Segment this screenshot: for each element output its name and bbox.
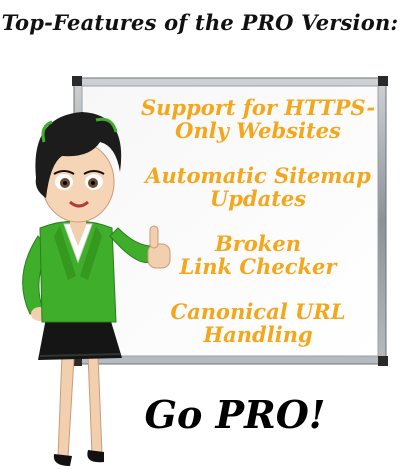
page-title: Top-Features of the PRO Version: <box>1 10 399 35</box>
go-pro-button[interactable]: Go PRO! <box>125 392 345 437</box>
feature-line: Broken <box>214 231 301 256</box>
feature-item-broken-links: Broken Link Checker <box>180 232 337 278</box>
feature-line: Link Checker <box>179 254 337 279</box>
